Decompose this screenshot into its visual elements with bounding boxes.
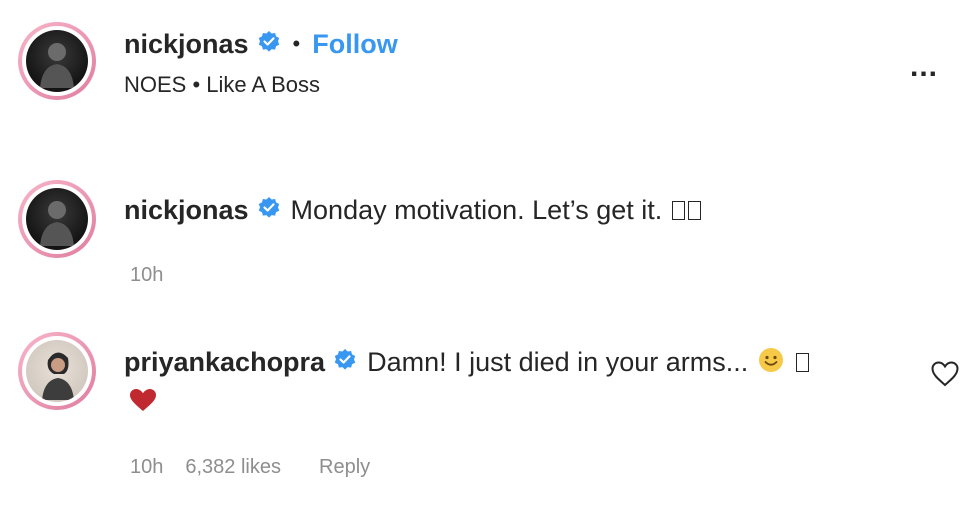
missing-glyph-icon bbox=[672, 200, 686, 220]
comment-likes[interactable]: 6,382 likes bbox=[185, 456, 281, 479]
missing-glyph-icon bbox=[796, 352, 810, 372]
comment-text: Damn! I just died in your arms... bbox=[367, 346, 749, 377]
comment-avatar[interactable] bbox=[18, 332, 96, 410]
verified-badge-icon bbox=[257, 30, 281, 59]
follow-button[interactable]: Follow bbox=[312, 29, 397, 60]
comment-username[interactable]: priyankachopra bbox=[124, 347, 325, 378]
avatar-photo bbox=[26, 340, 88, 402]
like-heart-icon[interactable] bbox=[930, 360, 960, 393]
more-options-icon[interactable]: ... bbox=[910, 50, 938, 84]
comment-time[interactable]: 10h bbox=[130, 456, 163, 479]
verified-badge-icon bbox=[333, 348, 357, 377]
header-subtitle[interactable]: NOES • Like A Boss bbox=[124, 72, 320, 98]
verified-badge-icon bbox=[257, 196, 281, 225]
caption-username[interactable]: nickjonas bbox=[124, 195, 249, 226]
person-silhouette-icon bbox=[42, 352, 74, 400]
caption-text: Monday motivation. Let’s get it. bbox=[290, 194, 663, 225]
avatar-photo bbox=[26, 30, 88, 92]
header-avatar[interactable] bbox=[18, 22, 96, 100]
caption-avatar[interactable] bbox=[18, 180, 96, 258]
red-heart-emoji bbox=[129, 388, 157, 417]
missing-glyph-icon bbox=[688, 200, 702, 220]
reply-button[interactable]: Reply bbox=[319, 456, 370, 479]
avatar-photo bbox=[26, 188, 88, 250]
separator-dot: • bbox=[292, 31, 301, 56]
caption-time[interactable]: 10h bbox=[130, 264, 163, 287]
person-silhouette-icon bbox=[40, 201, 74, 246]
smiling-emoji bbox=[758, 347, 784, 378]
header-username[interactable]: nickjonas bbox=[124, 29, 249, 60]
person-silhouette-icon bbox=[40, 43, 74, 88]
